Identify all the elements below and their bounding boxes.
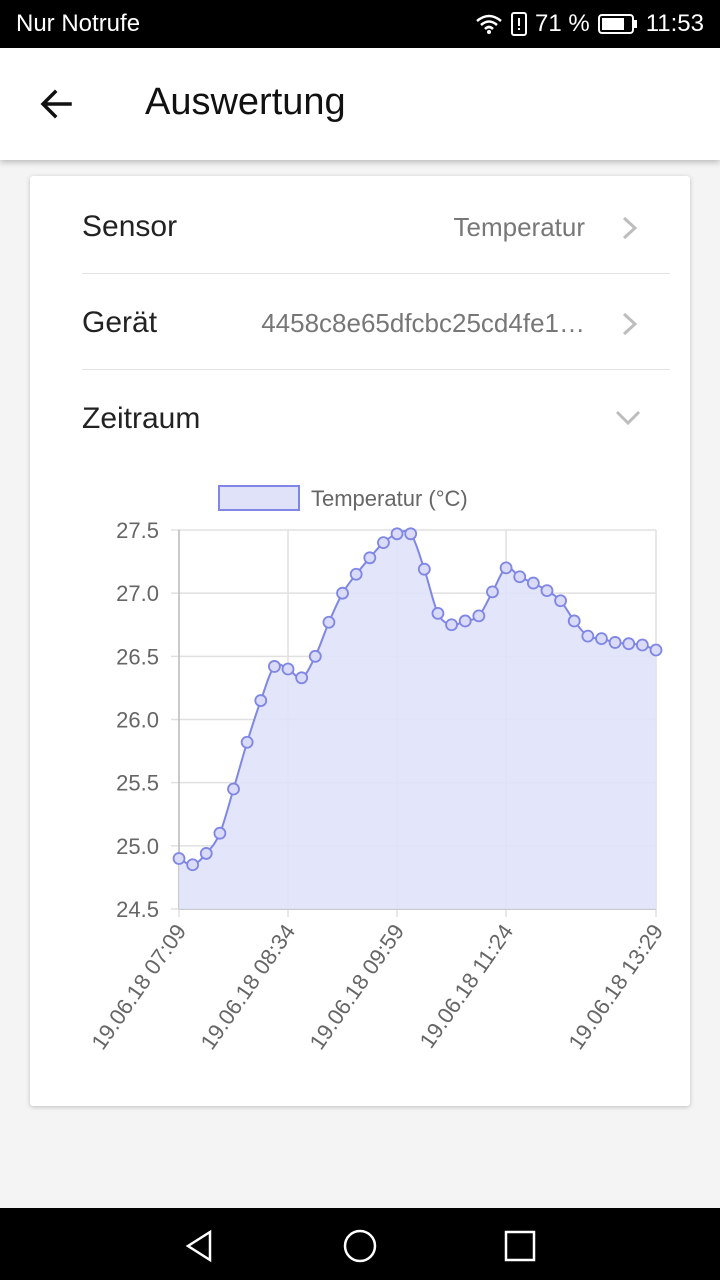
device-label: Gerät — [82, 306, 158, 339]
data-point — [349, 567, 363, 581]
data-point — [404, 527, 418, 541]
data-point — [472, 609, 486, 623]
page-title: Auswertung — [145, 81, 346, 123]
data-point — [281, 662, 295, 676]
data-point — [172, 852, 186, 865]
y-axis: 27.5 27.0 26.5 26.0 25.5 25.0 24.5 — [116, 518, 159, 922]
data-point — [240, 735, 254, 749]
legend-label: Temperatur (°C) — [311, 486, 468, 511]
battery-icon — [597, 14, 637, 34]
wifi-icon — [476, 14, 502, 34]
y-tick-label: 26.5 — [116, 644, 159, 669]
data-point — [526, 576, 540, 590]
data-point — [322, 615, 336, 629]
period-label: Zeitraum — [82, 402, 201, 435]
x-axis: 19.06.18 07:09 19.06.18 08:34 19.06.18 09:… — [86, 920, 668, 1055]
data-point — [390, 527, 404, 541]
x-tick-label: 19.06.18 09:59 — [304, 920, 409, 1055]
chevron-down-icon — [615, 410, 641, 426]
arrow-left-icon — [40, 89, 72, 119]
data-point — [377, 536, 390, 550]
data-point — [581, 629, 595, 643]
data-point — [649, 643, 663, 657]
y-tick-label: 24.5 — [116, 897, 159, 922]
data-point — [254, 694, 268, 707]
status-icons: 71 % 11:53 — [475, 10, 704, 38]
battery-percent: 71 % — [535, 10, 590, 37]
temperature-chart: Temperatur (°C) 27.5 27.0 26.5 26.0 25.5 25.0… — [30, 466, 690, 1086]
data-point — [336, 586, 349, 600]
data-point — [213, 826, 227, 840]
triangle-back-icon[interactable] — [180, 1226, 220, 1266]
data-point — [363, 551, 377, 565]
circle-home-icon[interactable] — [340, 1226, 380, 1266]
y-tick-label: 27.5 — [116, 518, 159, 543]
x-tick-label: 19.06.18 13:29 — [563, 920, 668, 1055]
data-point — [635, 638, 649, 652]
data-point — [567, 614, 581, 628]
data-point — [267, 660, 281, 673]
device-row[interactable]: Gerät 4458c8e65dfcbc25cd4fe1… — [82, 274, 670, 370]
back-button[interactable] — [28, 76, 84, 132]
square-recent-icon[interactable] — [500, 1226, 540, 1266]
data-point — [499, 561, 513, 575]
y-tick-label: 25.0 — [116, 834, 159, 859]
data-point — [445, 618, 458, 632]
evaluation-card: Sensor Temperatur Gerät 4458c8e65dfcbc25… — [30, 176, 690, 1106]
clock: 11:53 — [645, 10, 704, 37]
chevron-right-icon — [622, 216, 638, 240]
y-tick-label: 26.0 — [116, 708, 159, 733]
sensor-label: Sensor — [82, 210, 178, 243]
chart-series — [172, 527, 663, 909]
data-point — [540, 584, 554, 598]
chevron-right-icon — [622, 312, 638, 336]
data-point — [622, 637, 636, 651]
sensor-row[interactable]: Sensor Temperatur — [82, 178, 670, 274]
chart-svg: Temperatur (°C) 27.5 27.0 26.5 26.0 25.5 25.0… — [86, 485, 668, 1055]
sensor-value: Temperatur — [453, 212, 586, 242]
data-point — [186, 858, 200, 872]
data-point — [554, 594, 567, 608]
data-point — [608, 636, 622, 649]
device-value: 4458c8e65dfcbc25cd4fe1… — [261, 308, 585, 338]
data-point — [417, 562, 431, 576]
data-point — [513, 570, 527, 584]
period-row[interactable]: Zeitraum — [82, 370, 670, 466]
app-bar: Auswertung — [0, 48, 720, 160]
data-point — [486, 585, 499, 599]
x-tick-label: 19.06.18 07:09 — [86, 920, 191, 1055]
data-point — [295, 671, 309, 685]
legend-swatch — [218, 485, 300, 511]
y-tick-label: 27.0 — [116, 581, 159, 606]
status-bar: Nur Notrufe 71 % 11:53 — [0, 0, 720, 48]
data-point — [199, 847, 213, 860]
x-tick-label: 19.06.18 11:24 — [414, 920, 518, 1053]
data-point — [431, 606, 445, 620]
y-tick-label: 25.5 — [116, 771, 159, 796]
system-nav-bar — [0, 1208, 720, 1280]
data-point — [227, 782, 240, 796]
data-point — [458, 614, 472, 628]
carrier-text: Nur Notrufe — [16, 10, 141, 37]
chart-legend: Temperatur (°C) — [218, 485, 468, 511]
data-point — [595, 632, 608, 646]
x-tick-label: 19.06.18 08:34 — [195, 920, 300, 1055]
data-point — [308, 649, 322, 663]
sim-alert-icon — [511, 12, 528, 36]
